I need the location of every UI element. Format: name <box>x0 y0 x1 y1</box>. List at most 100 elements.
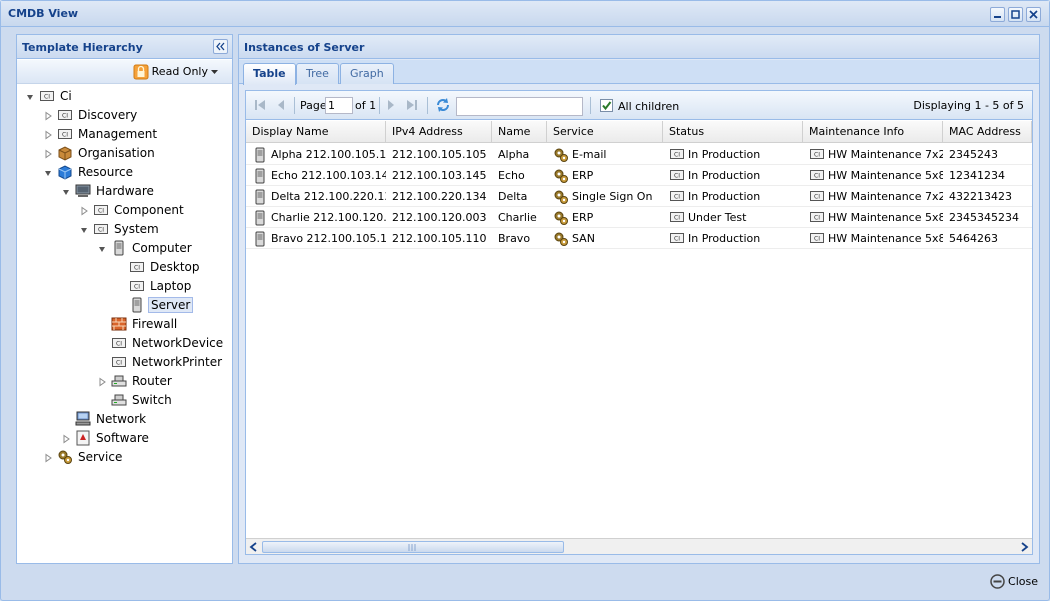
tree-node-hardware[interactable]: Hardware <box>61 182 156 200</box>
horizontal-scrollbar[interactable] <box>246 538 1032 554</box>
filter-input[interactable] <box>456 97 583 116</box>
tree-node-ci[interactable]: CI Ci <box>25 87 74 105</box>
tree-node-system[interactable]: CI System <box>79 220 161 238</box>
view-tabs: Table Tree Graph <box>239 60 1039 85</box>
tree-node-switch[interactable]: Switch <box>97 391 174 409</box>
cell-text: Delta 212.100.220.134 <box>271 190 386 203</box>
tab-graph[interactable]: Graph <box>340 63 394 84</box>
collapsed-arrow-icon[interactable] <box>61 433 71 444</box>
mac-address-cell: 12341234 <box>943 165 1032 186</box>
scrollbar-thumb[interactable] <box>262 541 564 553</box>
expanded-arrow-icon[interactable] <box>97 243 107 253</box>
svg-text:CI: CI <box>116 341 122 348</box>
first-page-icon[interactable] <box>254 99 266 111</box>
tree-node-component[interactable]: CI Component <box>79 201 186 219</box>
collapsed-arrow-icon[interactable] <box>43 452 53 463</box>
all-children-checkbox[interactable] <box>600 99 613 112</box>
tree-node-networkdevice[interactable]: CI NetworkDevice <box>97 334 225 352</box>
tree-node-resource[interactable]: Resource <box>43 163 135 181</box>
column-display-name-header[interactable]: Display Name <box>246 121 386 143</box>
expanded-arrow-icon[interactable] <box>61 186 71 196</box>
tree-node-server[interactable]: Server <box>115 296 194 314</box>
column-name-header[interactable]: Name <box>492 121 547 143</box>
column-mac-address-header[interactable]: MAC Address <box>943 121 1032 143</box>
tree-node-label: Ci <box>60 89 72 103</box>
window-title-bar[interactable]: CMDB View <box>1 1 1049 27</box>
column-maintenance-info-header[interactable]: Maintenance Info <box>803 121 943 143</box>
tree-node-organisation[interactable]: Organisation <box>43 144 157 162</box>
tree-node-management[interactable]: CI Management <box>43 125 159 143</box>
column-ipv4-address-header[interactable]: IPv4 Address <box>386 121 492 143</box>
table-row[interactable]: Echo 212.100.103.145 212.100.103.145 Echo E… <box>246 165 1032 186</box>
maintenance-info-cell: CI HW Maintenance 7x24 <box>803 186 943 207</box>
ci-template-icon: CI <box>57 126 73 142</box>
scroll-left-icon[interactable] <box>247 540 261 554</box>
tree-node-software[interactable]: Software <box>61 429 151 447</box>
monitor-icon <box>75 183 91 199</box>
collapsed-arrow-icon[interactable] <box>43 129 53 140</box>
maximize-icon <box>1011 10 1020 19</box>
collapsed-arrow-icon[interactable] <box>79 205 89 216</box>
tree-node-desktop[interactable]: CI Desktop <box>115 258 202 276</box>
column-status-header[interactable]: Status <box>663 121 803 143</box>
column-service-header[interactable]: Service <box>547 121 663 143</box>
tab-tree[interactable]: Tree <box>296 63 339 84</box>
expanded-arrow-icon[interactable] <box>25 91 35 101</box>
collapse-panel-button[interactable] <box>213 39 228 54</box>
minimize-icon <box>994 16 1001 18</box>
page-number-input[interactable]: 1 <box>325 97 353 114</box>
last-page-icon[interactable] <box>406 99 418 111</box>
minimize-button[interactable] <box>990 7 1005 22</box>
scroll-right-icon[interactable] <box>1017 540 1031 554</box>
maximize-button[interactable] <box>1008 7 1023 22</box>
cell-text: Charlie 212.100.120.... <box>271 211 386 224</box>
status-cell: CI Under Test <box>663 207 803 228</box>
refresh-icon[interactable] <box>435 97 451 113</box>
cell-text: Under Test <box>688 211 747 224</box>
svg-text:CI: CI <box>134 284 140 291</box>
expanded-arrow-icon[interactable] <box>79 224 89 234</box>
name-cell: Charlie <box>492 207 547 228</box>
table-row[interactable]: Bravo 212.100.105.110 212.100.105.110 Brav… <box>246 228 1032 249</box>
mac-address-cell: 432213423 <box>943 186 1032 207</box>
previous-page-icon[interactable] <box>276 99 286 111</box>
table-row[interactable]: Delta 212.100.220.134 212.100.220.134 Delt… <box>246 186 1032 207</box>
grip-icon <box>408 544 416 551</box>
read-only-dropdown[interactable]: Read Only <box>133 63 218 80</box>
cell-text: HW Maintenance 5x8 <box>828 232 943 245</box>
window-footer: Close <box>11 569 1040 594</box>
tree-node-label: Service <box>78 450 123 464</box>
collapsed-arrow-icon[interactable] <box>97 376 107 387</box>
status-ci-icon: CI <box>809 210 825 226</box>
collapsed-arrow-icon[interactable] <box>43 110 53 121</box>
tree-node-firewall[interactable]: Firewall <box>97 315 179 333</box>
ci-template-icon: CI <box>129 278 145 294</box>
table-row[interactable]: Alpha 212.100.105.105 212.100.105.105 Alph… <box>246 144 1032 165</box>
cell-text: 2345345234 <box>949 211 1019 224</box>
ci-template-icon: CI <box>129 259 145 275</box>
maintenance-info-cell: CI HW Maintenance 5x8 <box>803 228 943 249</box>
name-cell: Delta <box>492 186 547 207</box>
collapsed-arrow-icon[interactable] <box>43 148 53 159</box>
tree-node-laptop[interactable]: CI Laptop <box>115 277 193 295</box>
tree-node-discovery[interactable]: CI Discovery <box>43 106 139 124</box>
svg-text:CI: CI <box>674 151 680 158</box>
display-name-cell: Delta 212.100.220.134 <box>246 186 386 207</box>
table-row[interactable]: Charlie 212.100.120.... 212.100.120.003 Ch… <box>246 207 1032 228</box>
tree-node-service[interactable]: Service <box>43 448 124 466</box>
next-page-icon[interactable] <box>386 99 396 111</box>
gears-icon <box>553 147 569 163</box>
tree-node-router[interactable]: Router <box>97 372 174 390</box>
ipv4-address-cell: 212.100.105.110 <box>386 228 492 249</box>
expanded-arrow-icon[interactable] <box>43 167 53 177</box>
svg-text:CI: CI <box>814 193 820 200</box>
tab-table[interactable]: Table <box>243 63 296 85</box>
tree-node-label: Organisation <box>78 146 155 160</box>
cell-text: 212.100.103.145 <box>392 169 487 182</box>
service-cell: SAN <box>547 228 663 249</box>
close-button[interactable]: Close <box>990 572 1038 591</box>
close-window-button[interactable] <box>1026 7 1041 22</box>
tree-node-computer[interactable]: Computer <box>97 239 194 257</box>
tree-node-network[interactable]: Network <box>61 410 148 428</box>
tree-node-networkprinter[interactable]: CI NetworkPrinter <box>97 353 224 371</box>
